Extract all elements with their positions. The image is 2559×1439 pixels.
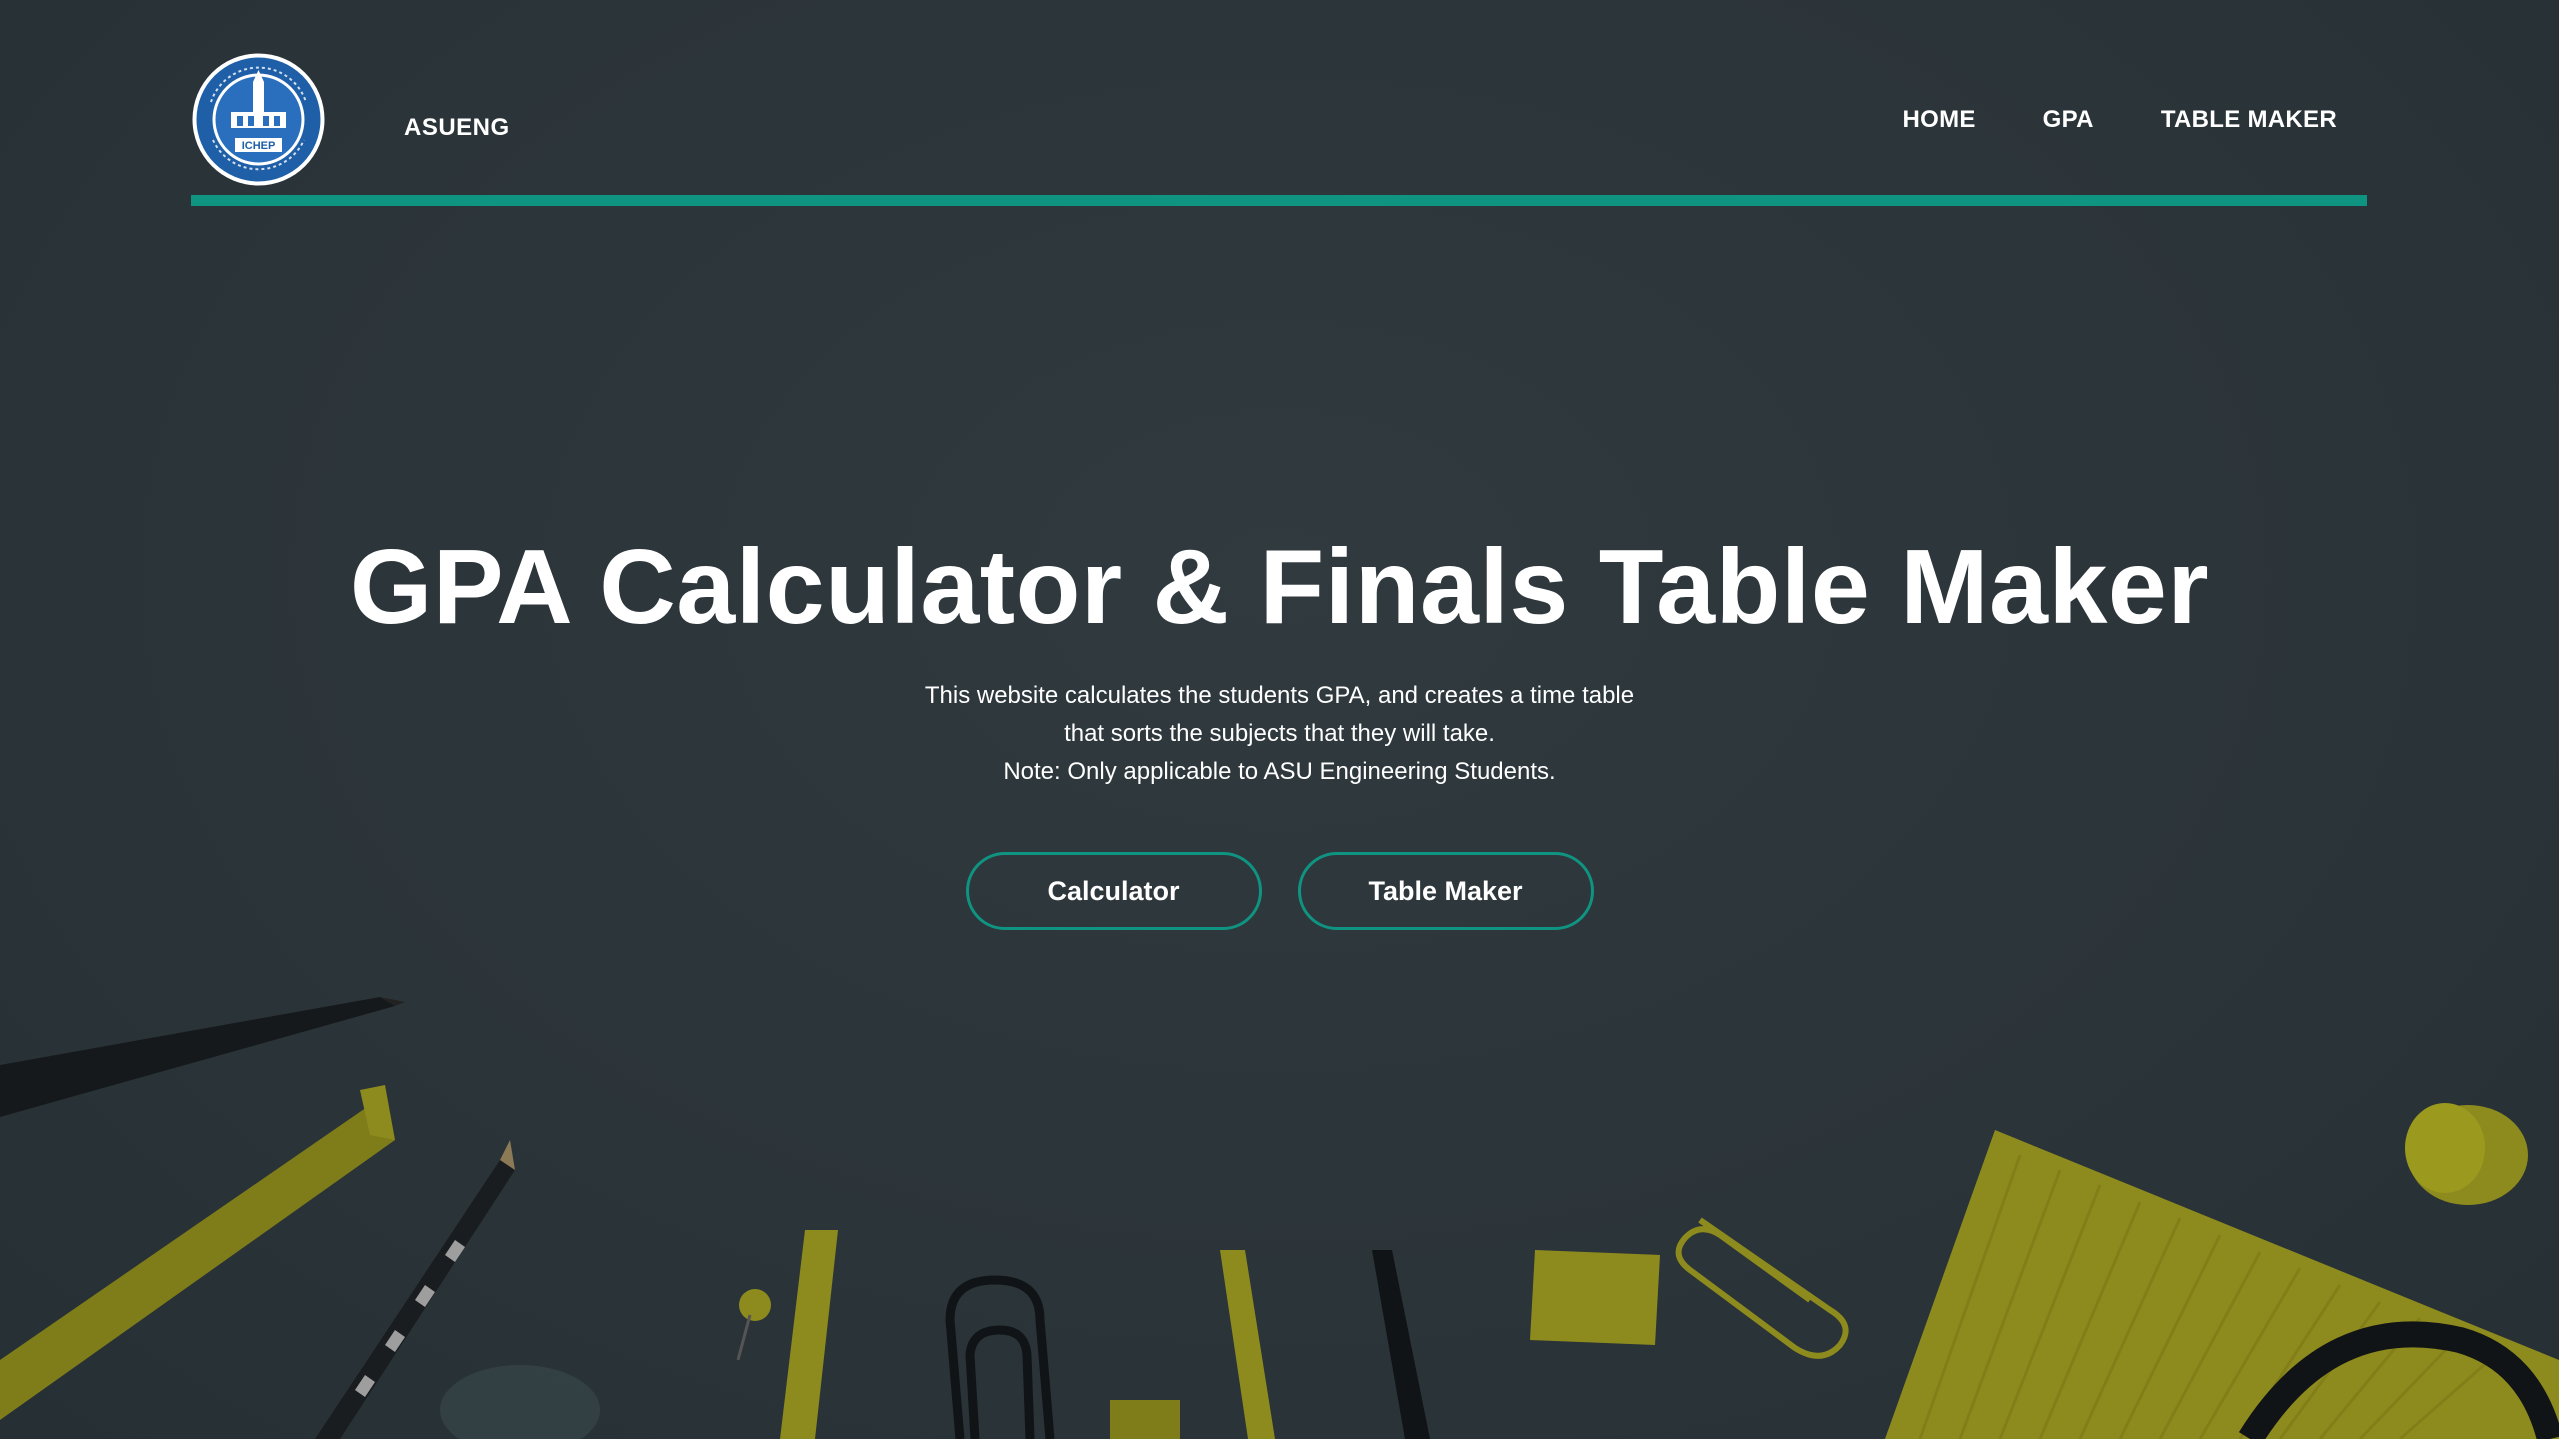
hero-section: GPA Calculator & Finals Table Maker This… (0, 520, 2559, 930)
hero-description-line: that sorts the subjects that they will t… (1064, 720, 1495, 747)
hero-description-line: This website calculates the students GPA… (924, 682, 1635, 709)
desk-supplies-background-image (0, 997, 2559, 1439)
brand-name[interactable]: ASUENG (404, 114, 510, 142)
logo-text: ICHEP (242, 140, 276, 152)
hero-note-line: Note: Only applicable to ASU Engineering… (1003, 758, 1556, 785)
main-nav: HOME GPA TABLE MAKER (1902, 106, 2337, 134)
hero-title: GPA Calculator & Finals Table Maker (349, 528, 2210, 646)
table-maker-button[interactable]: Table Maker (1297, 852, 1594, 930)
hero-description: This website calculates the students GPA… (0, 677, 2559, 791)
page: ICHEP ASUENG HOME GPA TABLE MAKER GPA Ca… (0, 0, 2559, 1439)
black-pen-icon (1372, 1250, 1430, 1439)
nav-table-maker-link[interactable]: TABLE MAKER (2161, 106, 2337, 134)
push-pin-icon (736, 1289, 771, 1361)
yellow-pencil-icon (1220, 1250, 1275, 1439)
nav-home-link[interactable]: HOME (1902, 106, 1975, 134)
logo-seal-icon: ICHEP (192, 53, 325, 186)
highlighter-icon (0, 1085, 395, 1420)
site-header: ICHEP ASUENG HOME GPA TABLE MAKER (191, 52, 2367, 206)
sharpener-icon (440, 1365, 600, 1439)
glue-stick-icon (2405, 1103, 2528, 1205)
nav-gpa-link[interactable]: GPA (2043, 106, 2094, 134)
marker-icon (780, 1230, 838, 1439)
header-divider (191, 195, 2367, 206)
pen-icon (0, 997, 405, 1117)
binder-clip-icon (945, 1275, 1055, 1439)
hero-buttons: Calculator Table Maker (0, 852, 2559, 930)
calculator-button[interactable]: Calculator (965, 852, 1262, 930)
university-logo[interactable]: ICHEP (191, 52, 326, 187)
eraser-icon (1530, 1250, 1660, 1345)
paper-clip-icon (1675, 1217, 1849, 1359)
clip-icon (1110, 1400, 1180, 1439)
